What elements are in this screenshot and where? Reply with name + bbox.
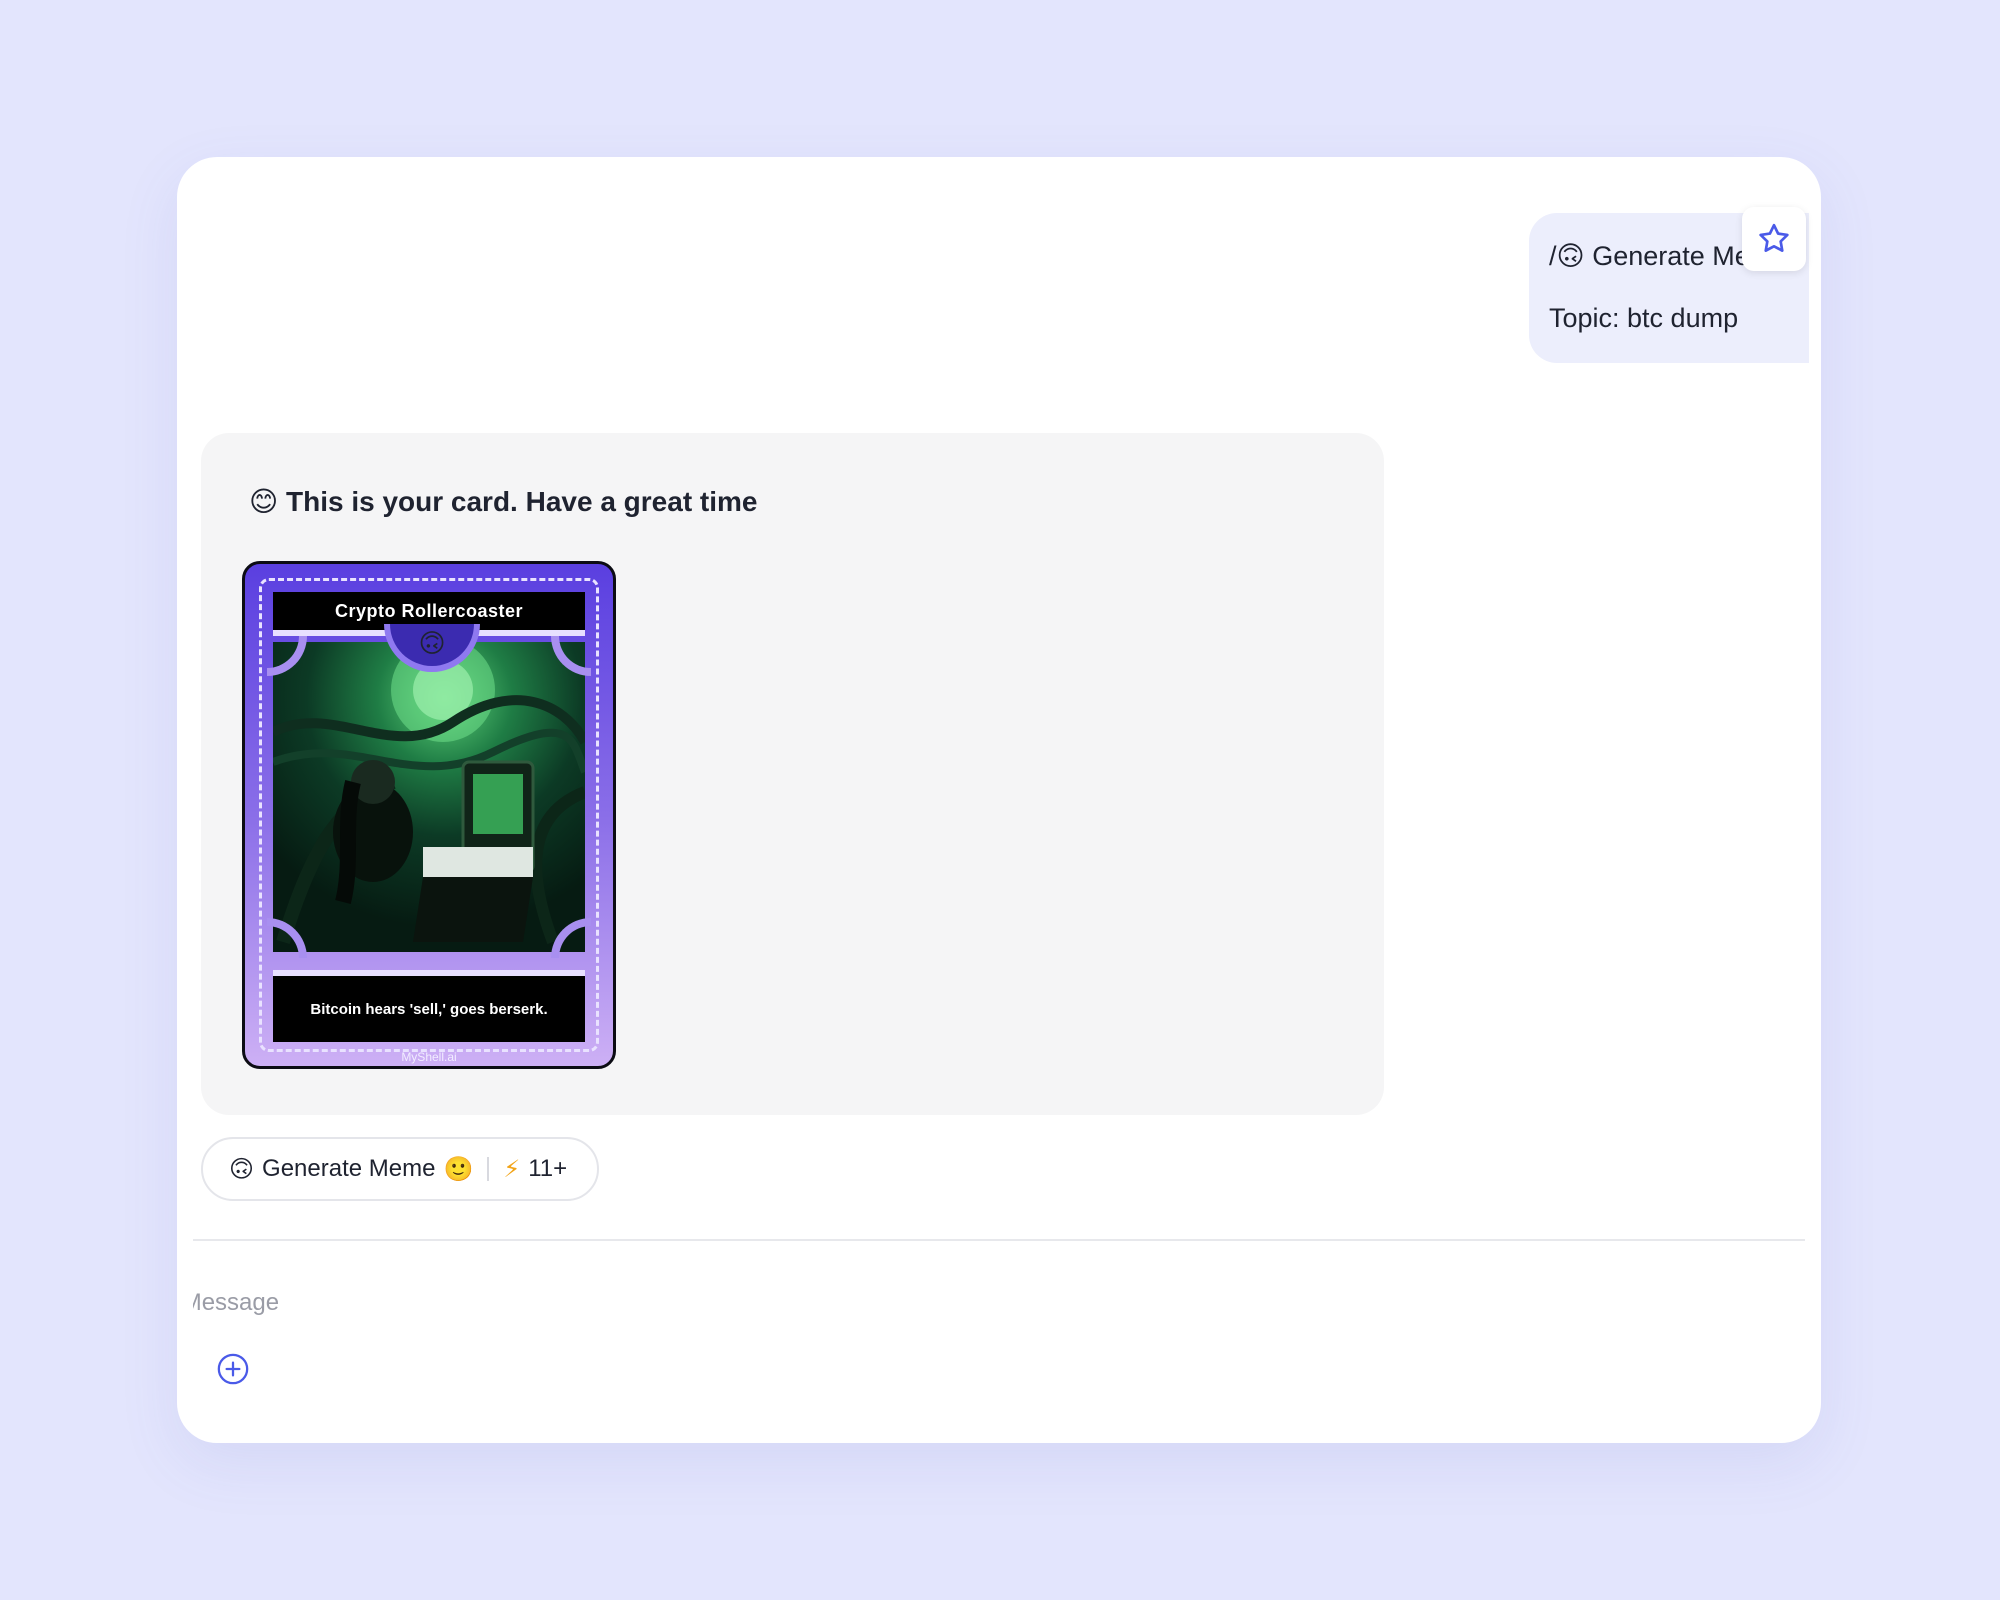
chip-label: Generate Meme bbox=[262, 1155, 436, 1182]
chip-divider bbox=[487, 1157, 490, 1181]
star-icon bbox=[1759, 223, 1789, 252]
lightning-icon: ⚡ bbox=[503, 1155, 521, 1183]
command-prefix: / bbox=[1549, 241, 1557, 271]
meme-card[interactable]: Crypto Rollercoaster 🙃 Bitcoin hears 'se… bbox=[242, 561, 616, 1069]
bot-emoji: 😊 bbox=[249, 486, 279, 517]
bot-text: This is your card. Have a great time bbox=[285, 486, 758, 517]
composer-divider bbox=[193, 1239, 1805, 1241]
bot-message-text: 😊 This is your card. Have a great time bbox=[249, 485, 758, 518]
chip-cost: 11+ bbox=[528, 1155, 568, 1182]
command-emoji: 🙃 bbox=[1556, 241, 1585, 271]
card-watermark: MyShell.ai bbox=[401, 1050, 457, 1064]
chat-window: /🙃 Generate Meme Topic: btc dump 😊 This … bbox=[177, 157, 1821, 1443]
card-caption: Bitcoin hears 'sell,' goes berserk. bbox=[273, 970, 585, 1042]
message-input[interactable] bbox=[193, 1277, 1793, 1329]
add-attachment-button[interactable] bbox=[215, 1351, 251, 1387]
chip-emoji-left: 🙃 bbox=[229, 1155, 255, 1183]
card-emblem-emoji: 🙃 bbox=[418, 628, 446, 658]
generate-meme-chip[interactable]: 🙃 Generate Meme 🙂 ⚡ 11+ bbox=[201, 1137, 600, 1201]
user-topic-line: Topic: btc dump bbox=[1549, 303, 1739, 333]
favorite-button[interactable] bbox=[1742, 207, 1806, 271]
chip-emoji-right: 🙂 bbox=[443, 1155, 474, 1183]
bot-message-bubble: 😊 This is your card. Have a great time C… bbox=[201, 433, 1384, 1115]
plus-circle-icon bbox=[217, 1353, 249, 1385]
card-artwork bbox=[273, 642, 585, 952]
card-artwork-image bbox=[273, 642, 585, 945]
